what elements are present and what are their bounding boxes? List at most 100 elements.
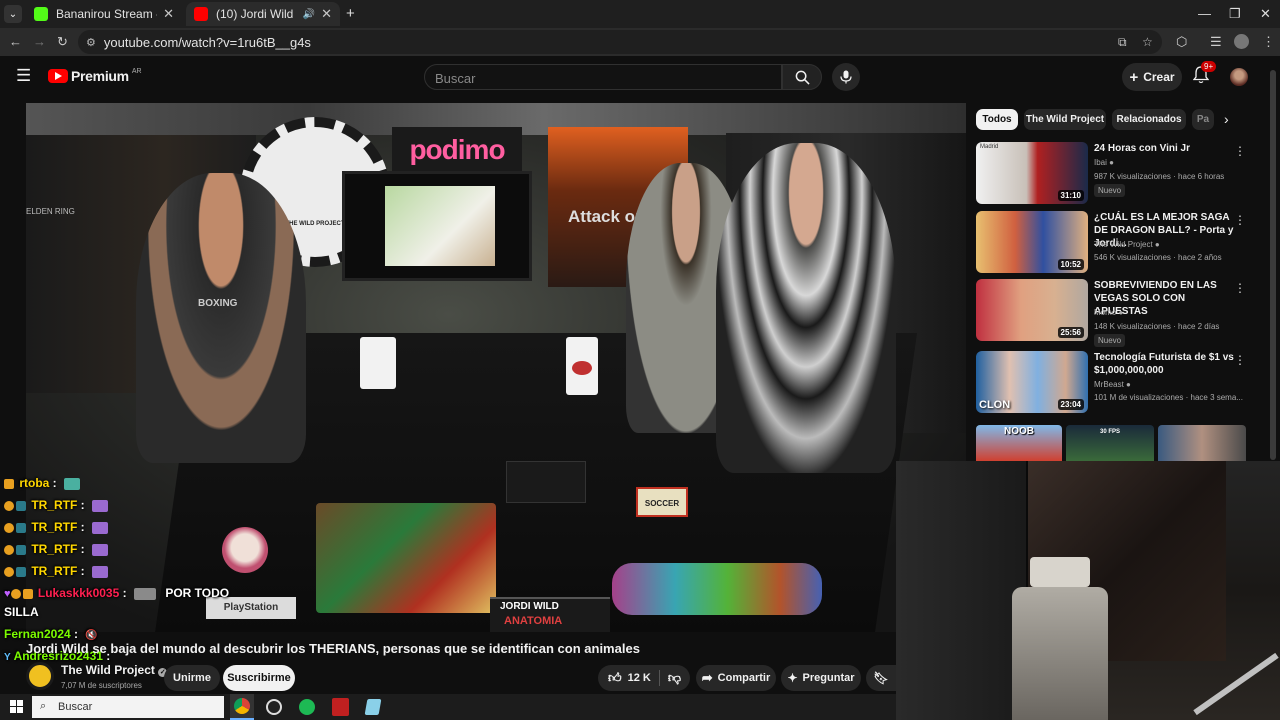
notification-count-badge: 9+ <box>1201 61 1217 72</box>
search-button[interactable] <box>782 64 822 90</box>
video-thumbnail[interactable]: 10:52 <box>976 211 1088 273</box>
verified-check-icon: ● <box>1154 240 1160 249</box>
voice-search-button[interactable] <box>832 63 860 91</box>
partial-thumbnail[interactable] <box>1158 425 1246 461</box>
extensions-icon[interactable]: ⬡ <box>1176 34 1187 50</box>
more-options-icon[interactable]: ⋮ <box>1234 281 1246 295</box>
save-button[interactable]: 🔖︎ <box>866 665 896 691</box>
badge-icon <box>10 588 21 599</box>
sega-console <box>506 461 586 503</box>
chip-the-wild-project[interactable]: The Wild Project <box>1024 109 1106 130</box>
address-bar[interactable]: ⚙ youtube.com/watch?v=1ru6tB__g4s ⧉ ☆ <box>78 30 1162 54</box>
chair-body <box>1012 587 1108 720</box>
playstation-box: PlayStation <box>206 597 296 619</box>
hamburger-menu-icon[interactable]: ☰ <box>16 66 31 86</box>
new-tab-button[interactable]: + <box>346 5 355 22</box>
site-info-icon[interactable]: ⚙ <box>86 36 96 49</box>
notifications-button[interactable]: 9+ <box>1192 61 1217 89</box>
duration-badge: 23:04 <box>1057 399 1084 410</box>
emote-icon <box>92 565 109 578</box>
spotify-taskbar-icon[interactable] <box>299 699 315 715</box>
badge-icon <box>4 522 14 533</box>
profile-avatar[interactable] <box>1234 34 1249 49</box>
chip-related[interactable]: Relacionados <box>1112 109 1186 130</box>
soccer-cartridge: SOCCER <box>636 487 688 517</box>
taskbar-search[interactable]: ⌕ Buscar <box>32 696 224 718</box>
join-button[interactable]: Unirme <box>164 665 220 691</box>
close-window-icon[interactable]: ✕ <box>1260 6 1271 22</box>
like-count: 12 K <box>627 672 651 684</box>
recommendation-item[interactable]: Madrid 31:10 24 Horas con Vini Jr Ibai ●… <box>976 142 1248 206</box>
tab-audio-icon[interactable]: 🔊 <box>303 9 315 20</box>
browser-tab-active[interactable]: (10) Jordi Wild se baja del m 🔊 ✕ <box>186 2 340 26</box>
video-title: Jordi Wild se baja del mundo al descubri… <box>26 641 640 656</box>
account-avatar[interactable] <box>1230 68 1248 86</box>
chip-all[interactable]: Todos <box>976 109 1018 130</box>
tab-close-icon[interactable]: ✕ <box>163 6 174 22</box>
like-button[interactable]: 👍︎ 12 K <box>608 670 651 686</box>
more-options-icon[interactable]: ⋮ <box>1234 353 1246 367</box>
emote-icon <box>92 543 109 556</box>
kick-favicon-icon <box>34 7 48 21</box>
minimize-icon[interactable]: — <box>1198 6 1211 21</box>
recommendation-title: Tecnología Futurista de $1 vs $1,000,000… <box>1094 352 1234 376</box>
back-icon[interactable]: ← <box>9 34 22 49</box>
chat-message-continuation: SILLA <box>4 605 39 619</box>
restore-icon[interactable]: ❐ <box>1229 6 1241 22</box>
bookmark-star-icon[interactable]: ☆ <box>1142 35 1153 49</box>
youtube-logo[interactable]: Premium AR <box>48 68 142 84</box>
chrome-taskbar-icon[interactable] <box>230 694 254 720</box>
bookmark-icon: 🔖︎ <box>873 671 889 685</box>
ask-label: Preguntar <box>802 672 855 684</box>
recommendation-item[interactable]: CLON 23:04 Tecnología Futurista de $1 vs… <box>976 351 1248 415</box>
cast-icon[interactable]: ⧉ <box>1118 35 1127 50</box>
obs-taskbar-icon[interactable] <box>266 699 282 715</box>
more-options-icon[interactable]: ⋮ <box>1234 144 1246 158</box>
video-thumbnail[interactable]: 25:56 <box>976 279 1088 341</box>
partial-thumbnail[interactable]: 30 FPS <box>1066 425 1154 461</box>
anatomia-book: JORDI WILD ANATOMIA <box>490 597 610 632</box>
recommendation-meta: 546 K visualizaciones · hace 2 años <box>1094 253 1222 262</box>
browser-tab-inactive[interactable]: Bananirou Stream - Watch Live ✕ <box>26 2 182 26</box>
thumbs-down-icon[interactable]: 👎︎ <box>668 670 681 686</box>
share-button[interactable]: ➦ Compartir <box>696 665 776 691</box>
page-scrollbar[interactable] <box>1270 70 1276 460</box>
reading-list-icon[interactable]: ☰ <box>1210 34 1222 50</box>
channel-avatar[interactable] <box>26 662 54 690</box>
browser-menu-icon[interactable]: ⋮ <box>1262 34 1275 50</box>
app-taskbar-icon[interactable] <box>364 699 382 715</box>
chat-text: SILLA <box>4 605 39 619</box>
video-thumbnail[interactable]: CLON 23:04 <box>976 351 1088 413</box>
recommendation-item[interactable]: 25:56 SOBREVIVIENDO EN LAS VEGAS SOLO CO… <box>976 279 1248 347</box>
subscribe-button[interactable]: Suscribirme <box>223 665 295 691</box>
emote-icon <box>92 521 109 534</box>
chat-message: ♥ Lukaskkk0035 : POR TODO <box>4 586 230 600</box>
video-player[interactable]: ELDEN RING THE WILD PROJECT podimo Attac… <box>26 103 966 632</box>
emote-icon <box>92 499 109 512</box>
search-input[interactable]: Buscar <box>424 64 782 90</box>
badge-icon <box>16 566 26 577</box>
logo-text: Premium <box>71 68 129 84</box>
chip-partial[interactable]: Pa <box>1192 109 1214 130</box>
region-code: AR <box>131 67 142 75</box>
verified-check-icon: ● <box>1109 158 1114 167</box>
recommendation-item[interactable]: 10:52 ¿CUÁL ES LA MEJOR SAGA DE DRAGON B… <box>976 211 1248 275</box>
reload-icon[interactable]: ↻ <box>57 34 68 50</box>
recommendation-meta: 987 K visualizaciones · hace 6 horas <box>1094 172 1225 181</box>
channel-name[interactable]: The Wild Project ✓ <box>61 663 168 677</box>
windows-start-icon[interactable] <box>10 700 23 713</box>
chevron-right-icon[interactable]: › <box>1224 111 1229 127</box>
partial-thumbnail[interactable]: NOOB <box>976 425 1062 461</box>
ask-button[interactable]: ✦ Preguntar <box>781 665 861 691</box>
chat-username: TR_RTF <box>31 498 78 512</box>
create-button[interactable]: + Crear <box>1122 63 1182 91</box>
tab-search-button[interactable]: ⌄ <box>4 5 22 23</box>
tab-close-icon[interactable]: ✕ <box>321 6 332 22</box>
url-text: youtube.com/watch?v=1ru6tB__g4s <box>103 34 311 50</box>
more-options-icon[interactable]: ⋮ <box>1234 213 1246 227</box>
app-taskbar-icon[interactable] <box>332 698 349 716</box>
host-jordi-wild: BOXING <box>136 173 306 463</box>
recommendation-channel: The Wild Project ● <box>1094 240 1160 249</box>
forward-icon[interactable]: → <box>33 34 46 49</box>
video-thumbnail[interactable]: Madrid 31:10 <box>976 142 1088 204</box>
